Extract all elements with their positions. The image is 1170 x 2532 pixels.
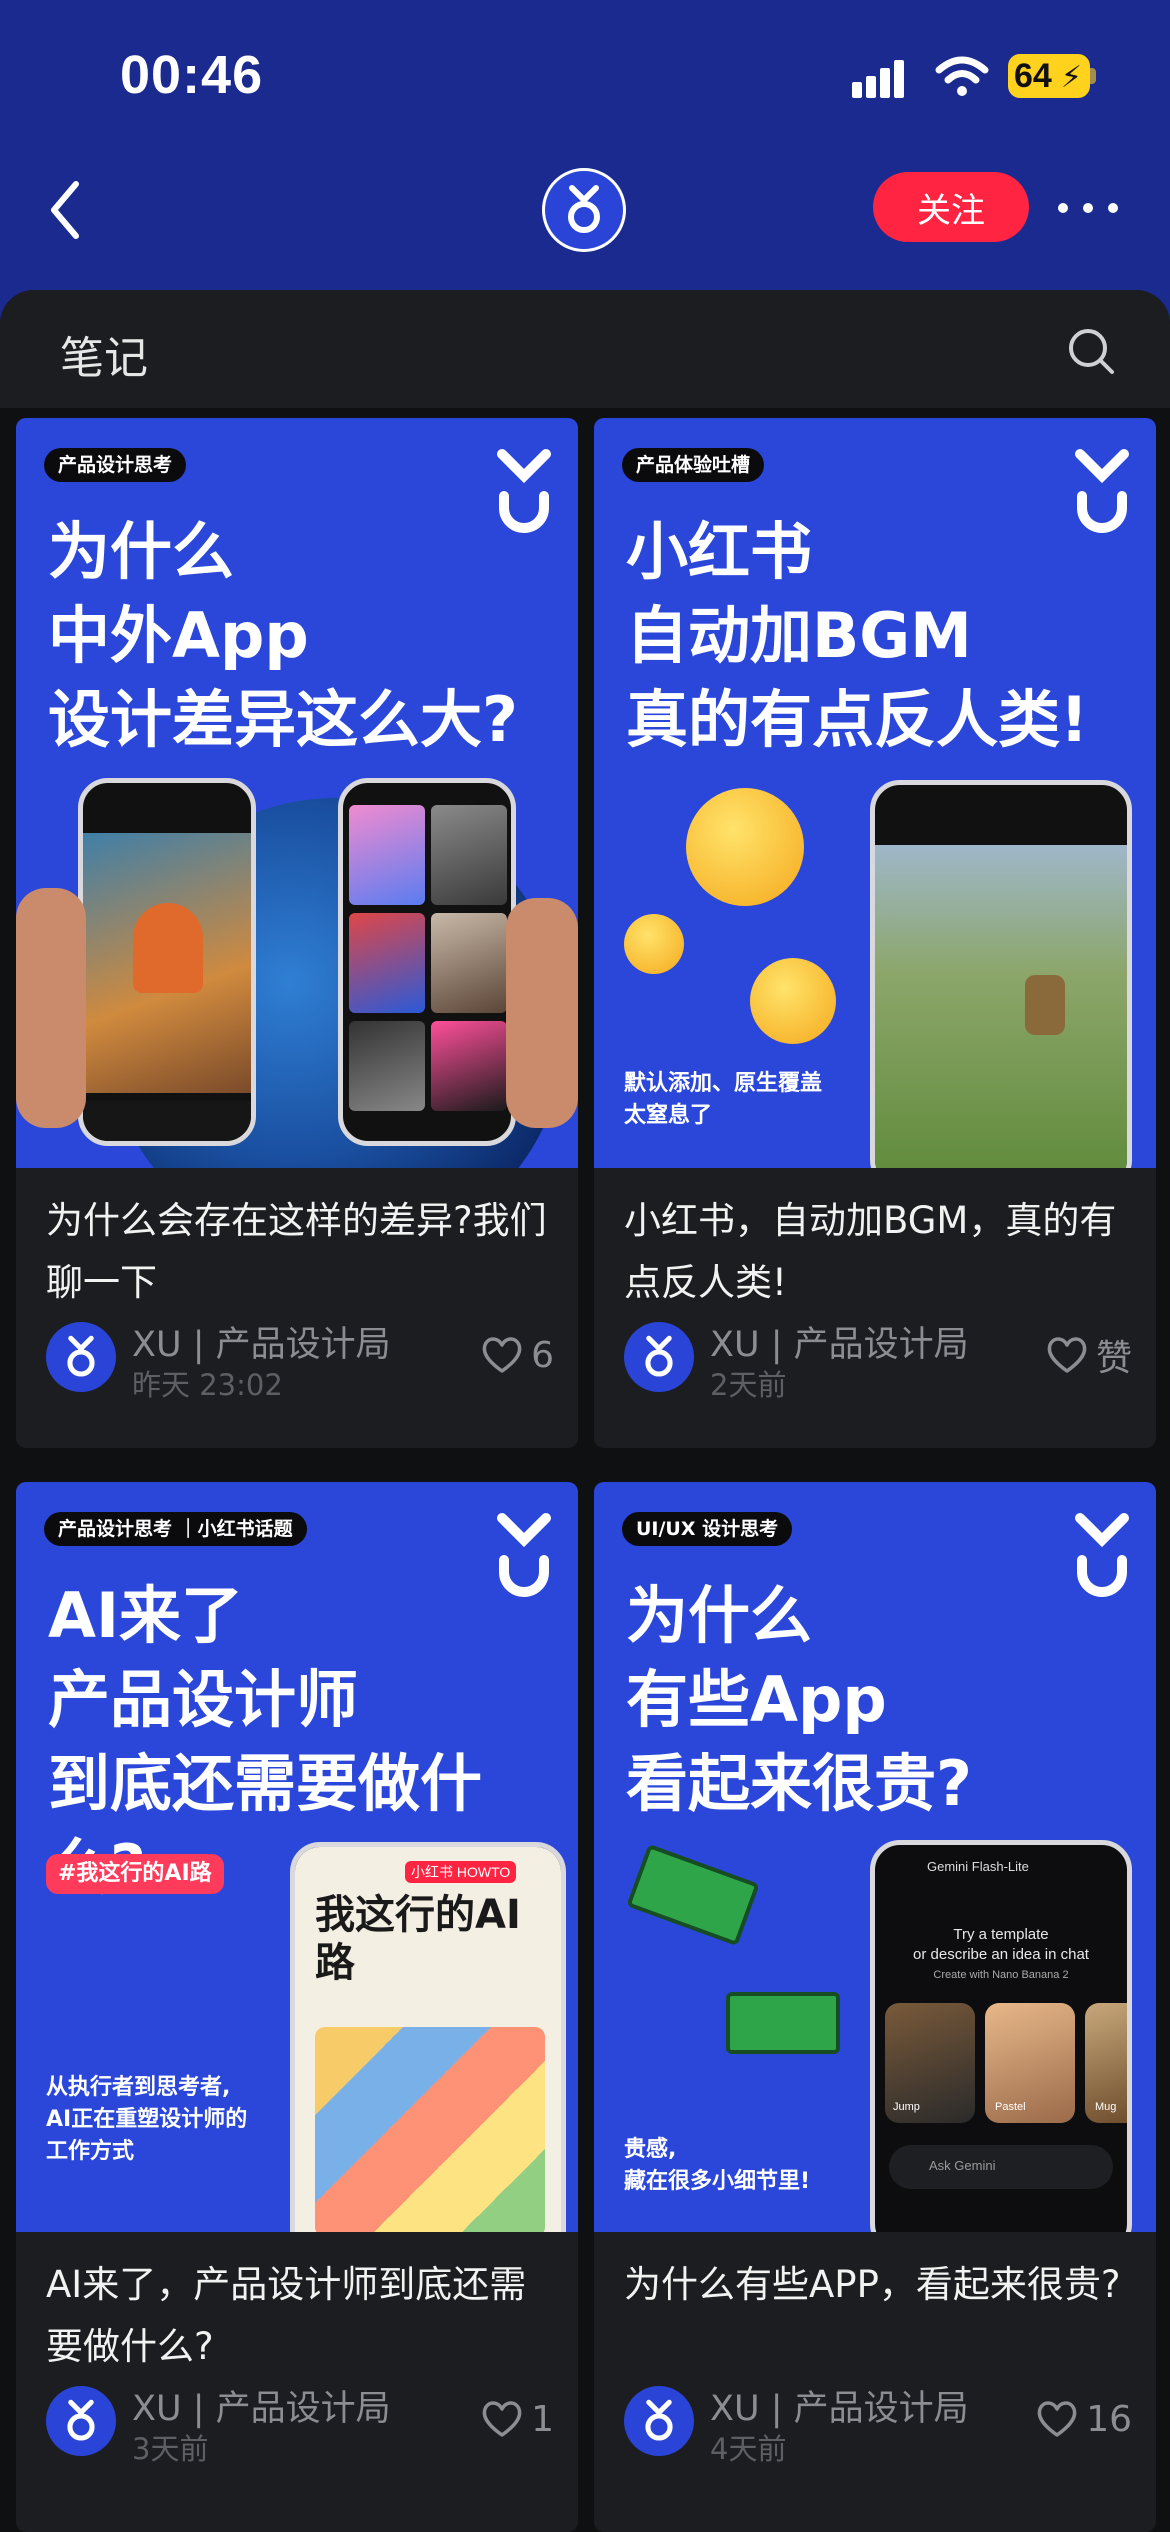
like-count: 赞 [1095,1338,1132,1379]
heart-icon [482,2401,522,2437]
hand-left [16,888,86,1128]
gemini-chip: Pastel [995,2101,1026,2113]
frustrated-emoji-icon [624,914,684,974]
frustrated-emoji-icon [686,788,804,906]
like-button[interactable]: 6 [481,1330,554,1380]
wifi-icon [935,56,989,96]
money-icon [726,1992,840,2054]
gemini-brand: Gemini Flash-Lite [927,1859,1029,1874]
note-card[interactable]: 产品体验吐槽 小红书 自动加BGM 真的有点反人类! 默认添加、原生覆盖 太窒息… [594,418,1156,1448]
like-button[interactable]: 1 [481,2394,554,2444]
note-headline: 为什么 有些App 看起来很贵? [626,1579,972,1820]
battery-level: 64 [1014,56,1052,95]
tab-notes[interactable]: 笔记 [60,322,148,386]
cellular-signal-icon [852,60,904,98]
author-avatar[interactable] [624,2386,694,2456]
gemini-chip: Mug [1095,2101,1117,2113]
author-name[interactable]: XU | 产品设计局 [710,1316,969,1367]
search-icon[interactable] [1066,326,1116,376]
note-subtitle: 贵感, 藏在很多小细节里! [624,2137,811,2194]
gemini-prompt: Try a template or describe an idea in ch… [913,1926,1089,1963]
brand-logo-icon [67,1335,95,1377]
gemini-sub: Create with Nano Banana 2 [933,1969,1069,1981]
note-cover: UI/UX 设计思考 为什么 有些App 看起来很贵? 贵感, 藏在很多小细节里… [594,1482,1156,2232]
frustrated-emoji-icon [750,958,836,1044]
ai-poster-badge: 小红书 HOWTO [405,1861,517,1883]
brand-logo-icon [645,1335,673,1377]
note-title: 为什么有些APP，看起来很贵? [624,2263,1121,2306]
note-subtitle: 默认添加、原生覆盖 太窒息了 [624,1071,823,1128]
note-subtitle: 从执行者到思考者, AI正在重塑设计师的 工作方式 [46,2075,248,2164]
ai-poster-title: 我这行的AI路 [315,1892,521,1986]
phone-mockup-right [338,778,516,1146]
brand-logo-icon [645,2399,673,2441]
hand-right [506,898,578,1128]
hashtag-pill: #我这行的AI路 [46,1854,224,1894]
author-name[interactable]: XU | 产品设计局 [132,2380,391,2431]
author-avatar[interactable] [46,2386,116,2456]
note-headline: 为什么 中外App 设计差异这么大? [48,515,518,756]
gemini-chip: Jump [893,2101,920,2113]
battery-indicator: 64 ⚡ [1008,54,1090,98]
note-date: 3天前 [132,2432,209,2466]
charging-bolt-icon: ⚡ [1060,61,1082,94]
note-date: 2天前 [710,1368,787,1402]
note-tag: 产品体验吐槽 [622,448,765,482]
author-avatar[interactable] [624,1322,694,1392]
author-name[interactable]: XU | 产品设计局 [710,2380,969,2431]
brand-logo-icon [67,2399,95,2441]
note-title: 小红书，自动加BGM，真的有点反人类! [624,1199,1117,1304]
note-title: 为什么会存在这样的差异?我们聊一下 [46,1199,547,1304]
gemini-input: Ask Gemini [889,2145,1113,2189]
tab-bar: 笔记 [0,290,1170,408]
phone-mockup: 小红书 HOWTO 我这行的AI路 [290,1842,566,2232]
status-bar: 00:46 64 ⚡ [0,0,1170,150]
more-options-icon[interactable] [1058,196,1118,220]
note-card[interactable]: UI/UX 设计思考 为什么 有些App 看起来很贵? 贵感, 藏在很多小细节里… [594,1482,1156,2532]
notes-panel: 笔记 产品设计思考 为什么 中外App 设计差异这么大? 为什么会存在这样的差异… [0,290,1170,2532]
heart-icon [1037,2401,1077,2437]
brand-logo-icon [568,185,600,233]
like-button[interactable]: 赞 [1046,1330,1132,1380]
author-name[interactable]: XU | 产品设计局 [132,1316,391,1367]
brand-logo-icon [1075,1513,1129,1597]
author-avatar[interactable] [46,1322,116,1392]
profile-avatar[interactable] [542,168,626,252]
note-tag: 产品设计思考 ｜小红书话题 [44,1512,307,1546]
battery-tip [1090,68,1096,84]
follow-button[interactable]: 关注 [873,172,1029,242]
note-cover: 产品设计思考 为什么 中外App 设计差异这么大? [16,418,578,1168]
back-arrow-icon[interactable] [46,178,86,242]
note-headline: 小红书 自动加BGM 真的有点反人类! [626,515,1089,756]
note-card[interactable]: 产品设计思考 ｜小红书话题 AI来了 产品设计师 到底还需要做什么? #我这行的… [16,1482,578,2532]
note-cover: 产品设计思考 ｜小红书话题 AI来了 产品设计师 到底还需要做什么? #我这行的… [16,1482,578,2232]
heart-icon [1047,1337,1087,1373]
like-count: 16 [1086,2398,1132,2440]
gemini-input-placeholder: Ask Gemini [929,2158,996,2173]
phone-mockup: Gemini Flash-Lite Try a template or desc… [870,1840,1132,2232]
note-cover: 产品体验吐槽 小红书 自动加BGM 真的有点反人类! 默认添加、原生覆盖 太窒息… [594,418,1156,1168]
money-icon [626,1843,760,1947]
phone-mockup [870,780,1132,1168]
note-date: 昨天 23:02 [132,1368,283,1402]
like-count: 1 [531,2398,554,2440]
note-title: AI来了，产品设计师到底还需要做什么? [46,2263,527,2368]
like-button[interactable]: 16 [1036,2394,1132,2444]
note-tag: 产品设计思考 [44,448,187,482]
note-card[interactable]: 产品设计思考 为什么 中外App 设计差异这么大? 为什么会存在这样的差异?我们… [16,418,578,1448]
note-tag: UI/UX 设计思考 [622,1512,793,1546]
note-date: 4天前 [710,2432,787,2466]
phone-mockup-left [78,778,256,1146]
status-time: 00:46 [120,45,264,105]
like-count: 6 [531,1334,554,1376]
heart-icon [482,1337,522,1373]
